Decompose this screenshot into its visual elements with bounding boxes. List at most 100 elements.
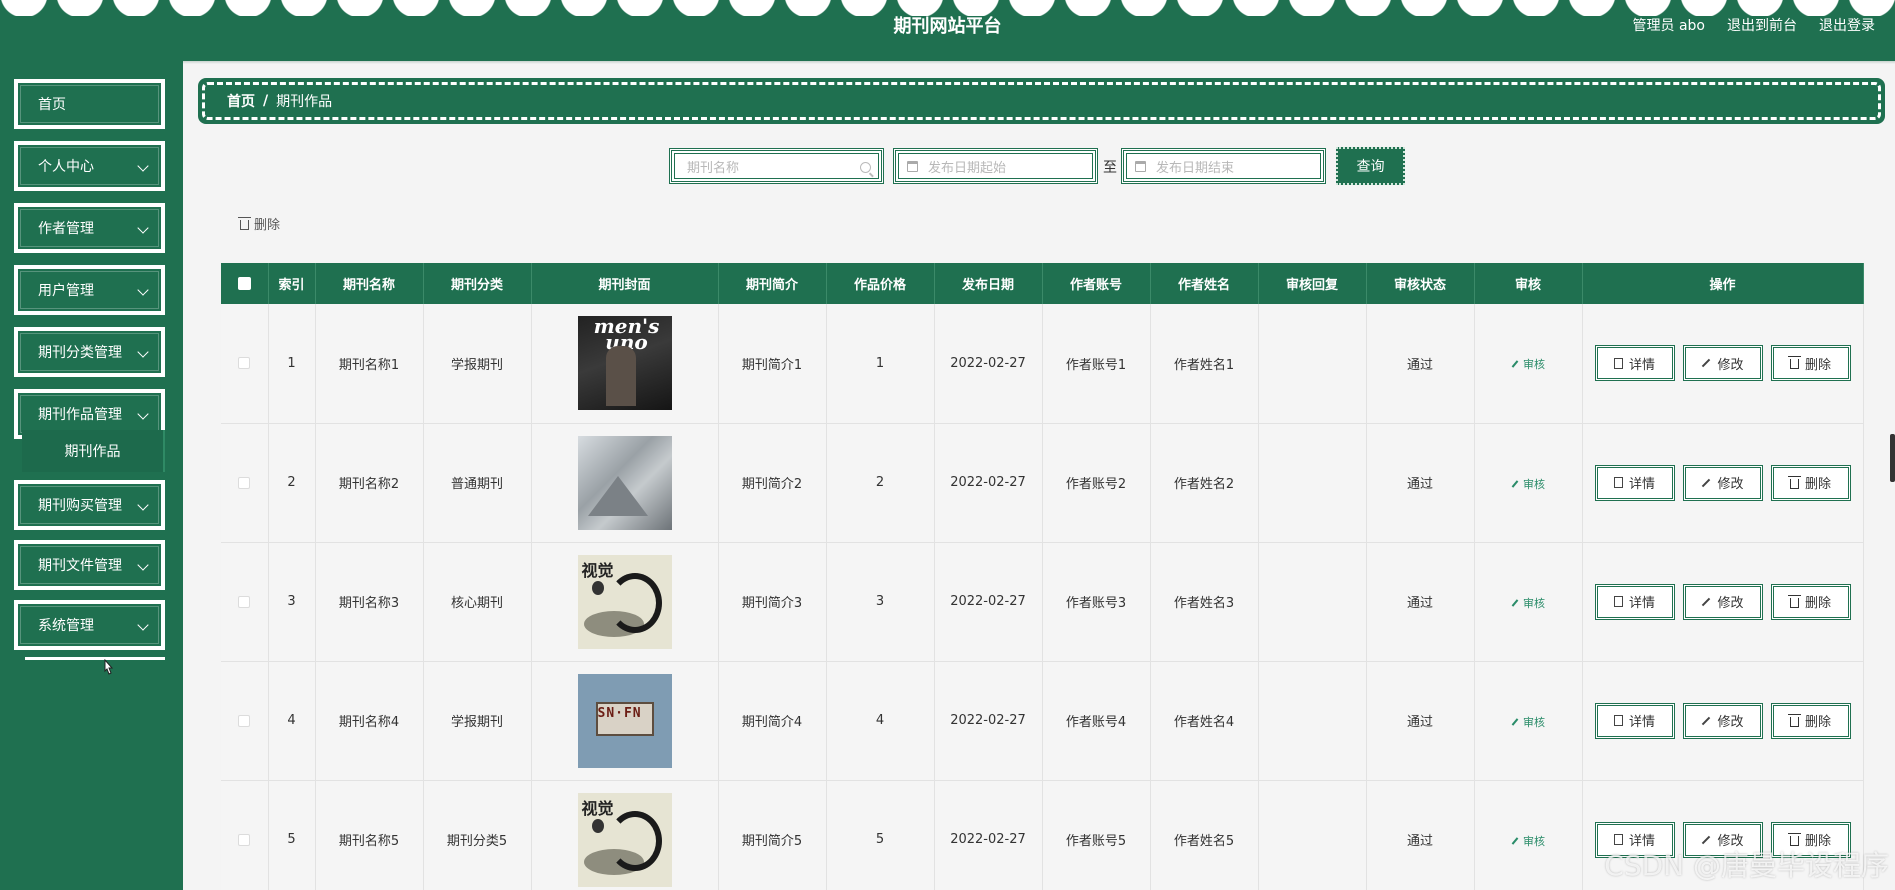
- journal-cover-image: SN·FN: [577, 673, 672, 768]
- row-checkbox[interactable]: [238, 476, 251, 489]
- sidebar-item-personal-center[interactable]: 个人中心: [14, 141, 165, 191]
- detail-button[interactable]: 详情: [1594, 702, 1675, 739]
- row-select-cell[interactable]: [221, 780, 269, 890]
- sidebar-subitem-journal-works[interactable]: 期刊作品: [22, 430, 165, 472]
- cell-audit: 审核: [1474, 661, 1583, 781]
- audit-link[interactable]: 审核: [1511, 356, 1545, 372]
- sidebar-item-purchase-management[interactable]: 期刊购买管理: [14, 480, 165, 530]
- sidebar-item-author-management[interactable]: 作者管理: [14, 203, 165, 253]
- row-checkbox[interactable]: [238, 357, 251, 370]
- detail-button-label: 详情: [1628, 834, 1655, 849]
- cell-audit-status: 通过: [1366, 304, 1475, 424]
- breadcrumb-current: 期刊作品: [276, 94, 333, 110]
- cell-publish-date: 2022-02-27: [934, 780, 1043, 890]
- journal-works-table: 索引 期刊名称 期刊分类 期刊封面 期刊简介 作品价格 发布日期 作者账号 作者…: [221, 263, 1864, 890]
- cell-audit-status: 通过: [1366, 780, 1475, 890]
- trash-icon: [1787, 356, 1801, 370]
- row-checkbox[interactable]: [238, 833, 251, 846]
- date-end-picker[interactable]: 发布日期结束: [1121, 148, 1326, 184]
- sidebar-item-label: 期刊购买管理: [38, 498, 122, 514]
- sidebar-item-system-management[interactable]: 系统管理: [14, 600, 165, 650]
- cell-audit: 审核: [1474, 304, 1583, 424]
- bulk-delete-button[interactable]: 删除: [238, 214, 280, 233]
- row-checkbox[interactable]: [238, 595, 251, 608]
- detail-button[interactable]: 详情: [1594, 345, 1675, 382]
- delete-button[interactable]: 删除: [1770, 702, 1851, 739]
- cell-author-name: 作者姓名2: [1150, 423, 1259, 543]
- cell-actions: 详情 修改 删除: [1582, 423, 1864, 543]
- delete-button[interactable]: 删除: [1770, 345, 1851, 382]
- select-all-checkbox[interactable]: [237, 277, 251, 290]
- row-checkbox[interactable]: [238, 714, 251, 727]
- detail-button[interactable]: 详情: [1594, 821, 1675, 858]
- breadcrumb-home-link[interactable]: 首页: [227, 91, 255, 111]
- edit-button[interactable]: 修改: [1682, 464, 1763, 501]
- delete-button[interactable]: 删除: [1770, 821, 1851, 858]
- date-start-picker[interactable]: 发布日期起始: [893, 148, 1098, 184]
- detail-button[interactable]: 详情: [1594, 583, 1675, 620]
- trash-icon: [1787, 594, 1801, 608]
- edit-button[interactable]: 修改: [1682, 821, 1763, 858]
- audit-link-label: 审核: [1523, 477, 1545, 491]
- date-end-field[interactable]: 发布日期结束: [1126, 153, 1321, 179]
- detail-button[interactable]: 详情: [1594, 464, 1675, 501]
- row-select-cell[interactable]: [221, 423, 269, 543]
- date-start-field[interactable]: 发布日期起始: [898, 153, 1093, 179]
- cell-publish-date: 2022-02-27: [934, 661, 1043, 781]
- audit-link[interactable]: 审核: [1511, 476, 1545, 492]
- sidebar-item-file-management[interactable]: 期刊文件管理: [14, 540, 165, 590]
- journal-name-search-input[interactable]: 期刊名称: [669, 148, 884, 184]
- sidebar-item-user-management[interactable]: 用户管理: [14, 265, 165, 315]
- edit-button-label: 修改: [1717, 834, 1744, 849]
- mouse-cursor-icon: [104, 659, 114, 675]
- chevron-down-icon: [137, 222, 149, 234]
- row-select-cell[interactable]: [221, 304, 269, 424]
- document-icon: [1613, 477, 1623, 488]
- edit-button[interactable]: 修改: [1682, 583, 1763, 620]
- cover-figure: [605, 346, 636, 407]
- trash-icon: [238, 216, 251, 230]
- search-placeholder: 期刊名称: [687, 160, 740, 176]
- logout-link[interactable]: 退出登录: [1819, 15, 1875, 35]
- breadcrumb-separator: /: [263, 93, 269, 109]
- cell-audit-reply: [1258, 542, 1367, 662]
- delete-button[interactable]: 删除: [1770, 583, 1851, 620]
- column-header: 审核: [1474, 263, 1583, 304]
- cell-author-name: 作者姓名4: [1150, 661, 1259, 781]
- cell-audit: 审核: [1474, 780, 1583, 890]
- sidebar-subitem-label: 期刊作品: [64, 444, 121, 460]
- edit-button[interactable]: 修改: [1682, 702, 1763, 739]
- cell-publish-date: 2022-02-27: [934, 542, 1043, 662]
- top-header: 期刊网站平台 管理员 abo 退出到前台 退出登录: [0, 0, 1895, 61]
- sidebar-item-category-management[interactable]: 期刊分类管理: [14, 327, 165, 377]
- calendar-icon: [907, 160, 918, 172]
- chevron-down-icon: [137, 559, 149, 571]
- audit-link-label: 审核: [1523, 834, 1545, 848]
- row-select-cell[interactable]: [221, 542, 269, 662]
- select-all-header[interactable]: [221, 263, 269, 304]
- row-select-cell[interactable]: [221, 661, 269, 781]
- exit-to-front-link[interactable]: 退出到前台: [1727, 15, 1797, 35]
- cell-journal-intro: 期刊简介4: [718, 661, 827, 781]
- cover-title-text: 视觉: [581, 560, 614, 580]
- cell-index: 3: [268, 542, 316, 662]
- journal-cover-image: men's uno: [577, 316, 672, 411]
- row-actions: 详情 修改 删除: [1583, 702, 1863, 739]
- audit-link[interactable]: 审核: [1511, 714, 1545, 730]
- cell-journal-cover: [531, 423, 719, 543]
- query-button[interactable]: 查询: [1336, 147, 1405, 185]
- sidebar-item-label: 期刊作品管理: [38, 407, 122, 423]
- edit-button-label: 修改: [1717, 715, 1744, 730]
- cell-journal-category: 期刊分类5: [423, 780, 532, 890]
- scrollbar-thumb[interactable]: [1890, 434, 1895, 482]
- cell-journal-category: 核心期刊: [423, 542, 532, 662]
- cell-price: 4: [826, 661, 935, 781]
- delete-button[interactable]: 删除: [1770, 464, 1851, 501]
- journal-cover-image: 视觉: [577, 554, 672, 649]
- delete-button-label: 删除: [1804, 357, 1831, 373]
- edit-button[interactable]: 修改: [1682, 345, 1763, 382]
- audit-link[interactable]: 审核: [1511, 833, 1545, 849]
- sidebar-item-home[interactable]: 首页: [14, 79, 165, 129]
- journal-name-search-field[interactable]: 期刊名称: [674, 153, 879, 179]
- audit-link[interactable]: 审核: [1511, 595, 1545, 611]
